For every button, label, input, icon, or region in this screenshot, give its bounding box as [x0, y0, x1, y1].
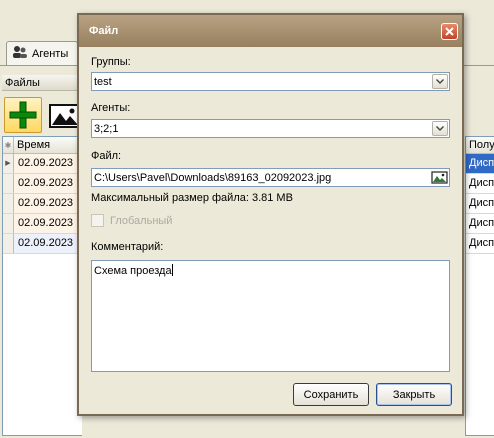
close-dialog-button[interactable]: Закрыть — [376, 383, 452, 406]
agents-icon — [12, 45, 28, 62]
time-cell[interactable]: 02.09.2023 — [14, 194, 82, 213]
recipient-cell[interactable]: Дисп — [466, 174, 494, 194]
files-section-header: Файлы — [2, 75, 82, 91]
recipient-cell[interactable]: Дисп — [466, 194, 494, 214]
table-row[interactable]: ▶ 02.09.2023 — [3, 154, 82, 174]
file-path-field[interactable]: C:\Users\Pavel\Downloads\89163_02092023.… — [91, 168, 450, 187]
dialog-titlebar[interactable]: Файл — [79, 15, 462, 47]
browse-image-button[interactable] — [429, 169, 449, 186]
recipient-cell[interactable]: Дисп — [466, 234, 494, 254]
row-indicator — [3, 234, 14, 253]
comment-label: Комментарий: — [91, 241, 164, 253]
image-icon — [430, 171, 448, 184]
column-header-time[interactable]: Время — [14, 137, 50, 153]
current-row-indicator: ▶ — [3, 154, 14, 173]
max-size-text: Максимальный размер файла: 3.81 MB — [91, 192, 293, 204]
table-row[interactable]: 02.09.2023 — [3, 194, 82, 214]
table-row[interactable]: 02.09.2023 — [3, 214, 82, 234]
agents-select[interactable]: 3;2;1 — [91, 119, 450, 138]
row-indicator — [3, 214, 14, 233]
time-cell[interactable]: 02.09.2023 — [14, 234, 82, 253]
plus-icon — [9, 101, 37, 129]
agents-dropdown-button[interactable] — [432, 121, 448, 136]
file-dialog: Файл Группы: test Агенты: 3;2;1 Файл: C:… — [77, 13, 464, 416]
time-cell[interactable]: 02.09.2023 — [14, 214, 82, 233]
close-icon — [445, 27, 454, 36]
row-indicator — [3, 174, 14, 193]
text-caret — [171, 264, 173, 276]
grid-header-indicator: ✱ — [3, 137, 14, 153]
grid-header: ✱ Время — [3, 137, 82, 154]
groups-select-value: test — [94, 75, 112, 88]
agents-select-value: 3;2;1 — [94, 122, 119, 135]
add-file-button[interactable] — [4, 97, 42, 133]
comment-text: Схема проезда — [94, 265, 172, 277]
files-toolbar — [2, 94, 82, 134]
agents-label: Агенты: — [91, 102, 131, 114]
groups-select[interactable]: test — [91, 72, 450, 91]
file-path-value: C:\Users\Pavel\Downloads\89163_02092023.… — [94, 171, 332, 184]
row-indicator — [3, 194, 14, 213]
global-checkbox[interactable] — [91, 214, 104, 227]
tab-agents[interactable]: Агенты — [6, 41, 78, 65]
groups-label: Группы: — [91, 56, 131, 68]
chevron-down-icon — [436, 126, 444, 131]
files-grid[interactable]: ✱ Время ▶ 02.09.2023 02.09.2023 02.09.2023 0… — [2, 136, 82, 436]
tab-agents-label: Агенты — [32, 47, 69, 60]
time-cell[interactable]: 02.09.2023 — [14, 174, 82, 193]
groups-dropdown-button[interactable] — [432, 74, 448, 89]
close-button[interactable] — [441, 23, 458, 40]
global-checkbox-row: Глобальный — [91, 214, 172, 227]
recipient-cell[interactable]: Дисп — [466, 154, 494, 174]
dialog-title: Файл — [89, 25, 119, 37]
recipient-cell[interactable]: Дисп — [466, 214, 494, 234]
save-button[interactable]: Сохранить — [293, 383, 369, 406]
file-label: Файл: — [91, 150, 122, 162]
global-checkbox-label: Глобальный — [110, 214, 173, 227]
table-row[interactable]: 02.09.2023 — [3, 234, 82, 254]
files-grid-right-column[interactable]: Полу Дисп Дисп Дисп Дисп Дисп — [465, 136, 494, 436]
chevron-down-icon — [436, 79, 444, 84]
table-row[interactable]: 02.09.2023 — [3, 174, 82, 194]
column-header-recipient[interactable]: Полу — [466, 137, 494, 154]
time-cell[interactable]: 02.09.2023 — [14, 154, 82, 173]
comment-textarea[interactable]: Схема проезда — [91, 260, 450, 372]
